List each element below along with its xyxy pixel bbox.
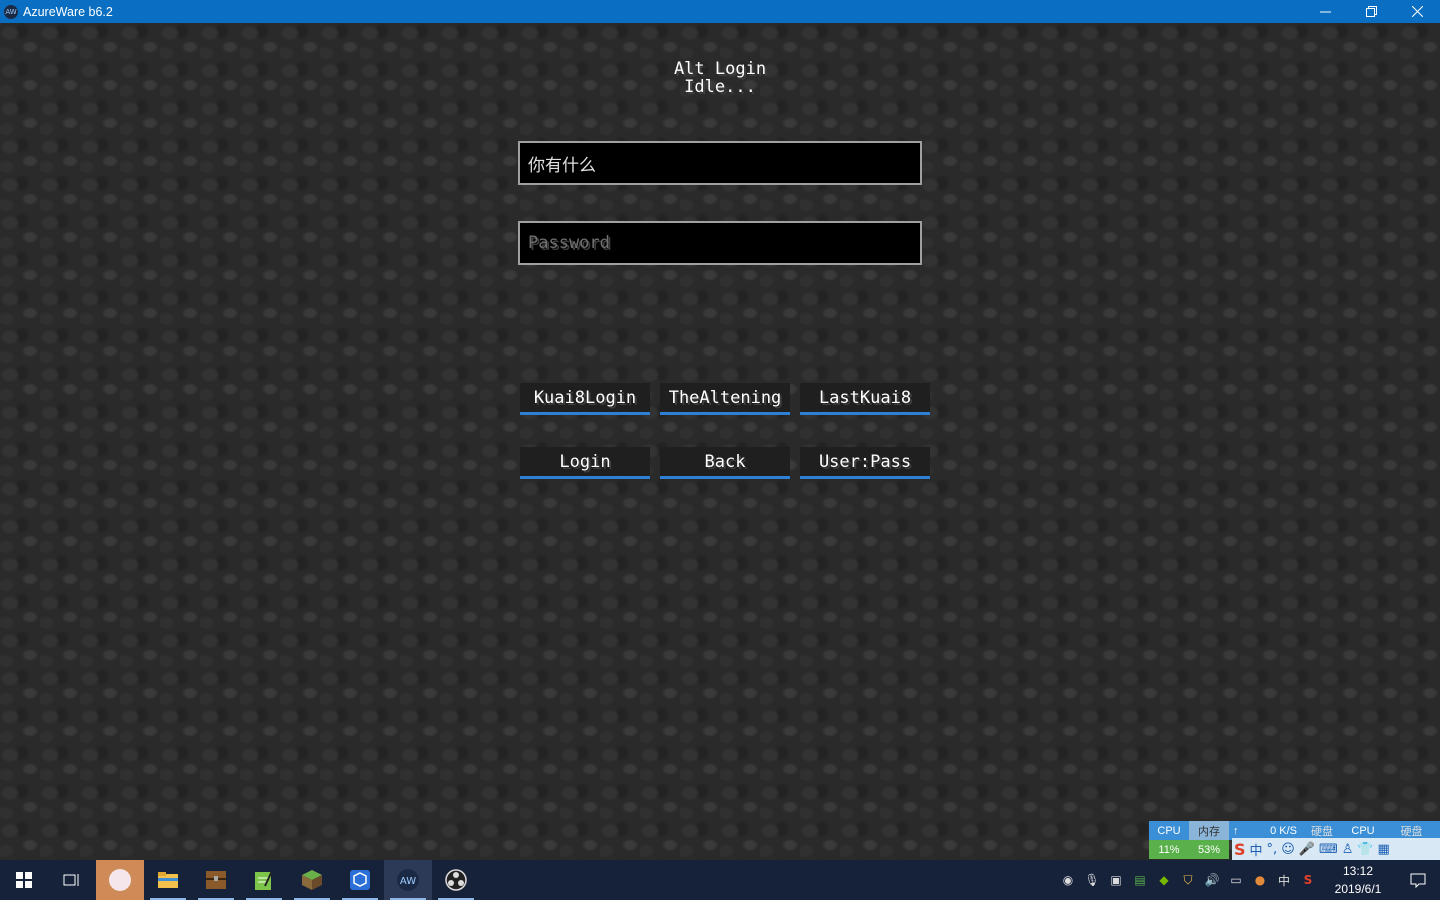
- folder-icon: [158, 872, 178, 888]
- task-view-button[interactable]: [48, 860, 96, 900]
- svg-text:AW: AW: [400, 876, 416, 887]
- chest-icon: [206, 871, 226, 889]
- windows-icon: [16, 872, 32, 888]
- notification-button[interactable]: [1396, 860, 1440, 900]
- taskbar-app-chest[interactable]: [192, 860, 240, 900]
- mic-icon[interactable]: 🎙: [1080, 860, 1104, 900]
- username-field[interactable]: 你有什么: [518, 141, 922, 185]
- kuai8login-button[interactable]: Kuai8Login: [520, 383, 650, 415]
- task-view-icon: [63, 874, 79, 886]
- volume-icon[interactable]: 🔊: [1200, 860, 1224, 900]
- emoji-icon[interactable]: ☺: [1281, 842, 1295, 857]
- minimize-icon: [1319, 11, 1331, 13]
- upload-arrow-icon: ↑: [1233, 824, 1239, 837]
- start-button[interactable]: [0, 860, 48, 900]
- ime-indicator[interactable]: 中: [1272, 860, 1296, 900]
- sogou-tray-icon[interactable]: S: [1296, 860, 1320, 900]
- window-controls: [1302, 0, 1440, 23]
- clock[interactable]: 13:12 2019/6/1: [1320, 860, 1396, 900]
- thealtening-button[interactable]: TheAltening: [660, 383, 790, 415]
- lastkuai8-button[interactable]: LastKuai8: [800, 383, 930, 415]
- user-icon[interactable]: ♙: [1342, 842, 1354, 857]
- screen-header: Alt Login Idle...: [560, 60, 880, 96]
- cpu-value: 11%: [1149, 840, 1189, 859]
- shield-icon[interactable]: ⛉: [1176, 860, 1200, 900]
- azureware-icon: AW: [397, 869, 419, 891]
- taskbar-app-explorer[interactable]: [144, 860, 192, 900]
- notepad-icon: [255, 870, 273, 890]
- taskbar-app-obs[interactable]: [432, 860, 480, 900]
- keyboard-icon[interactable]: ⌨: [1319, 842, 1338, 857]
- shirt-icon[interactable]: 👕: [1357, 842, 1373, 857]
- title-bar: AW AzureWare b6.2: [0, 0, 1440, 23]
- nvidia-icon[interactable]: ◆: [1152, 860, 1176, 900]
- cpu-label: CPU: [1149, 821, 1189, 840]
- login-button[interactable]: Login: [520, 447, 650, 479]
- minimize-button[interactable]: [1302, 0, 1348, 23]
- mem-label: 内存: [1189, 821, 1229, 840]
- restore-icon: [1365, 6, 1377, 17]
- anime-avatar-icon: [109, 869, 131, 891]
- window-title: AzureWare b6.2: [23, 4, 113, 19]
- chinese-mode-icon[interactable]: 中: [1250, 840, 1263, 859]
- orange-app-icon[interactable]: ●: [1248, 860, 1272, 900]
- taskbar-app-notepad[interactable]: [240, 860, 288, 900]
- record-icon[interactable]: ◉: [1056, 860, 1080, 900]
- restore-button[interactable]: [1348, 0, 1394, 23]
- clock-time: 13:12: [1342, 864, 1374, 878]
- user-pass-button[interactable]: User:Pass: [800, 447, 930, 479]
- minecraft-tray-icon[interactable]: ▣: [1104, 860, 1128, 900]
- sogou-s-icon[interactable]: S: [1234, 840, 1246, 859]
- page-title: Alt Login: [673, 59, 767, 79]
- close-icon: [1411, 6, 1423, 17]
- green-app-icon[interactable]: ▤: [1128, 860, 1152, 900]
- taskbar-app-minecraft[interactable]: [288, 860, 336, 900]
- back-button[interactable]: Back: [660, 447, 790, 479]
- system-tray: ◉ 🎙 ▣ ▤ ◆ ⛉ 🔊 ▭ ● 中 S 13:12 2019/6/1: [1056, 860, 1440, 900]
- status-text: Idle...: [684, 77, 756, 97]
- grass-block-icon: [302, 870, 322, 890]
- cube-app-icon: [350, 870, 370, 890]
- network-icon[interactable]: ▭: [1224, 860, 1248, 900]
- mem-value: 53%: [1189, 840, 1229, 859]
- ime-toolbar[interactable]: S 中 °, ☺ 🎤 ⌨ ♙ 👕 ▦: [1232, 838, 1440, 860]
- password-field[interactable]: Password: [518, 221, 922, 265]
- obs-icon: [445, 869, 467, 891]
- notification-icon: [1410, 873, 1426, 888]
- clock-date: 2019/6/1: [1334, 882, 1382, 896]
- taskbar-app-azureware[interactable]: AW: [384, 860, 432, 900]
- taskbar-app-cube[interactable]: [336, 860, 384, 900]
- taskbar-app-avatar[interactable]: [96, 860, 144, 900]
- microphone-icon[interactable]: 🎤: [1299, 842, 1315, 857]
- grid-icon[interactable]: ▦: [1378, 842, 1390, 857]
- close-button[interactable]: [1394, 0, 1440, 23]
- app-icon: AW: [4, 4, 18, 19]
- punctuation-icon[interactable]: °,: [1267, 842, 1278, 857]
